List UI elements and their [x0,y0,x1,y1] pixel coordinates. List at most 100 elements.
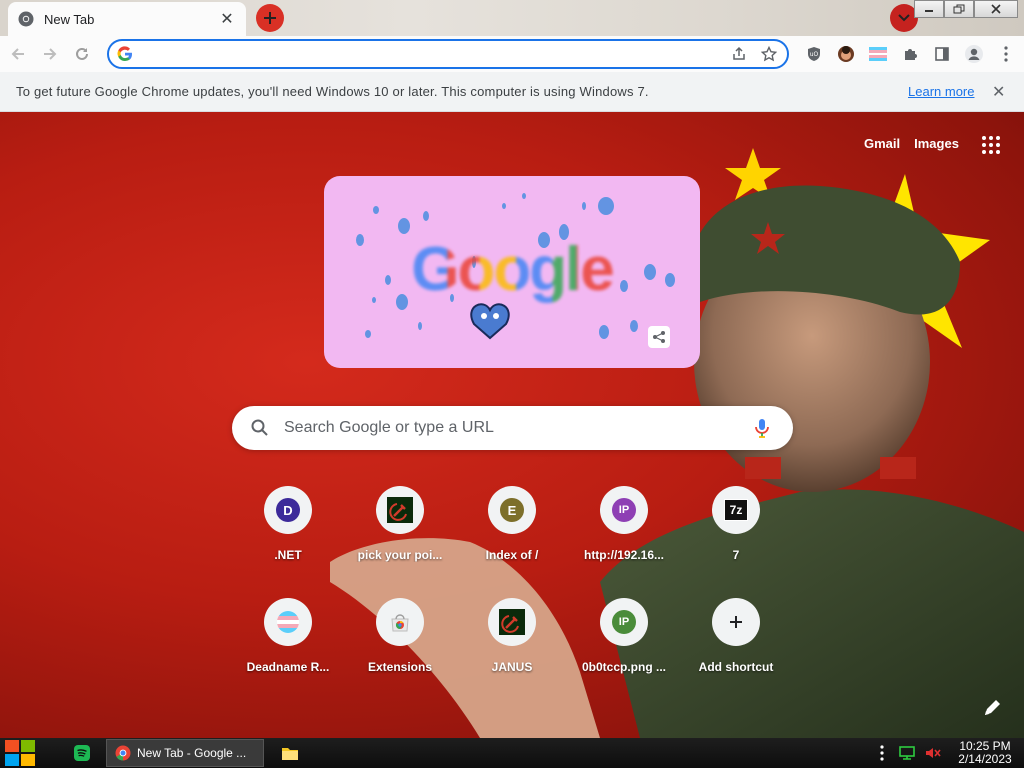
doodle-share-button[interactable] [648,326,670,348]
kebab-menu-icon [880,745,884,761]
7zip-icon: 7z [724,499,748,521]
tab-new-tab[interactable]: New Tab ✕ [8,2,246,36]
network-tray-button[interactable] [894,738,920,768]
window-controls [914,0,1018,18]
reload-icon [76,47,88,60]
spotify-taskbar-button[interactable] [62,738,102,768]
shortcut-label: Index of / [485,548,539,562]
hammer-sickle-icon [499,609,525,635]
shortcut-tile[interactable]: 7z 7 [680,482,792,570]
restore-button[interactable] [944,0,974,18]
chrome-icon [115,745,131,761]
collar-tab-shape [880,457,916,479]
letter-icon: IP [612,498,636,522]
star-icon [761,46,777,62]
forward-arrow-icon [44,48,57,60]
shortcut-tile[interactable]: JANUS [456,594,568,682]
chrome-taskbar-button[interactable]: New Tab - Google ... [106,739,264,767]
back-button[interactable] [4,40,32,68]
learn-more-link[interactable]: Learn more [908,84,974,99]
heart-character-shape [470,303,510,340]
infobar-message: To get future Google Chrome updates, you… [16,84,649,99]
shortcut-label: .NET [274,548,302,562]
close-window-button[interactable] [974,0,1018,18]
reload-button[interactable] [68,40,96,68]
trans-flag-extension-button[interactable] [864,40,892,68]
taskbar-clock[interactable]: 10:25 PM 2/14/2023 [946,740,1024,766]
letter-icon: D [276,498,300,522]
gmail-link[interactable]: Gmail [864,136,900,151]
puzzle-icon [905,49,917,60]
address-bar[interactable] [107,39,789,69]
google-g-icon [117,46,132,62]
side-panel-button[interactable] [928,40,956,68]
plus-icon [264,12,276,24]
shortcut-icon-container [264,598,312,646]
tray-overflow-button[interactable] [870,738,894,768]
shortcut-icon-container [488,598,536,646]
trans-flag-icon [277,611,299,633]
extensions-menu-button[interactable] [896,40,924,68]
tab-strip: New Tab ✕ [0,0,1024,36]
shortcut-label: http://192.16... [583,548,665,562]
shortcut-tile[interactable]: Deadname R... [232,594,344,682]
update-infobar: To get future Google Chrome updates, you… [0,72,1024,112]
new-tab-button[interactable] [256,4,284,32]
shortcut-label: JANUS [491,660,533,674]
windows-logo-icon [5,740,35,766]
ntp-search-box[interactable]: Search Google or type a URL [232,406,793,450]
volume-tray-button[interactable] [920,738,946,768]
shortcut-tile[interactable]: IP 0b0tccp.png ... [568,594,680,682]
share-icon [653,331,665,343]
network-icon [899,746,915,760]
google-apps-icon[interactable] [980,134,1002,156]
system-tray: 10:25 PM 2/14/2023 [870,738,1024,768]
bookmark-button[interactable] [757,42,781,66]
images-link[interactable]: Images [914,136,959,151]
chrome-icon [18,11,34,27]
taskbar-task-title: New Tab - Google ... [137,746,247,760]
share-button[interactable] [727,42,751,66]
avatar-extension-button[interactable] [832,40,860,68]
profile-button[interactable] [960,40,988,68]
new-tab-page: Gmail Images Google Search Google or typ… [0,112,1024,738]
tab-close-icon[interactable]: ✕ [218,10,236,28]
collar-tab-shape [745,457,781,479]
chrome-menu-button[interactable] [992,40,1020,68]
pencil-icon[interactable] [980,696,1004,720]
shortcut-icon-container [712,598,760,646]
ublock-extension-button[interactable]: uO [800,40,828,68]
shortcuts-grid: D .NET pick your poi... E Index of / IP [232,482,792,682]
shield-icon: uO [808,47,820,61]
shortcut-icon-container: D [264,486,312,534]
shortcut-icon-container [376,598,424,646]
minimize-button[interactable] [914,0,944,18]
address-input[interactable] [141,46,727,62]
search-icon [251,419,268,436]
doodle-letter-g: Google [411,235,615,304]
shortcut-label: Extensions [367,660,433,674]
explorer-taskbar-button[interactable] [270,738,310,768]
top-links: Gmail Images [864,136,973,151]
search-placeholder[interactable]: Search Google or type a URL [284,419,751,437]
extensions-area: uO [800,40,1024,68]
shortcut-tile[interactable]: IP http://192.16... [568,482,680,570]
shortcut-label: Add shortcut [698,660,774,674]
infobar-close-icon[interactable]: ✕ [992,82,1005,102]
shortcut-tile[interactable]: Extensions [344,594,456,682]
browser-toolbar: uO [0,36,1024,72]
start-button[interactable] [0,738,40,768]
kebab-menu-icon [1004,46,1008,62]
trans-flag-icon [869,47,887,61]
hammer-sickle-icon [387,497,413,523]
shortcut-tile[interactable]: pick your poi... [344,482,456,570]
microphone-icon[interactable] [751,417,773,439]
google-doodle[interactable]: Google [324,176,700,368]
restore-icon [953,4,965,14]
forward-button[interactable] [36,40,64,68]
shortcut-tile[interactable]: E Index of / [456,482,568,570]
add-shortcut-button[interactable]: Add shortcut [680,594,792,682]
clock-date: 2/14/2023 [958,752,1012,766]
shortcut-tile[interactable]: D .NET [232,482,344,570]
back-arrow-icon [11,48,24,60]
